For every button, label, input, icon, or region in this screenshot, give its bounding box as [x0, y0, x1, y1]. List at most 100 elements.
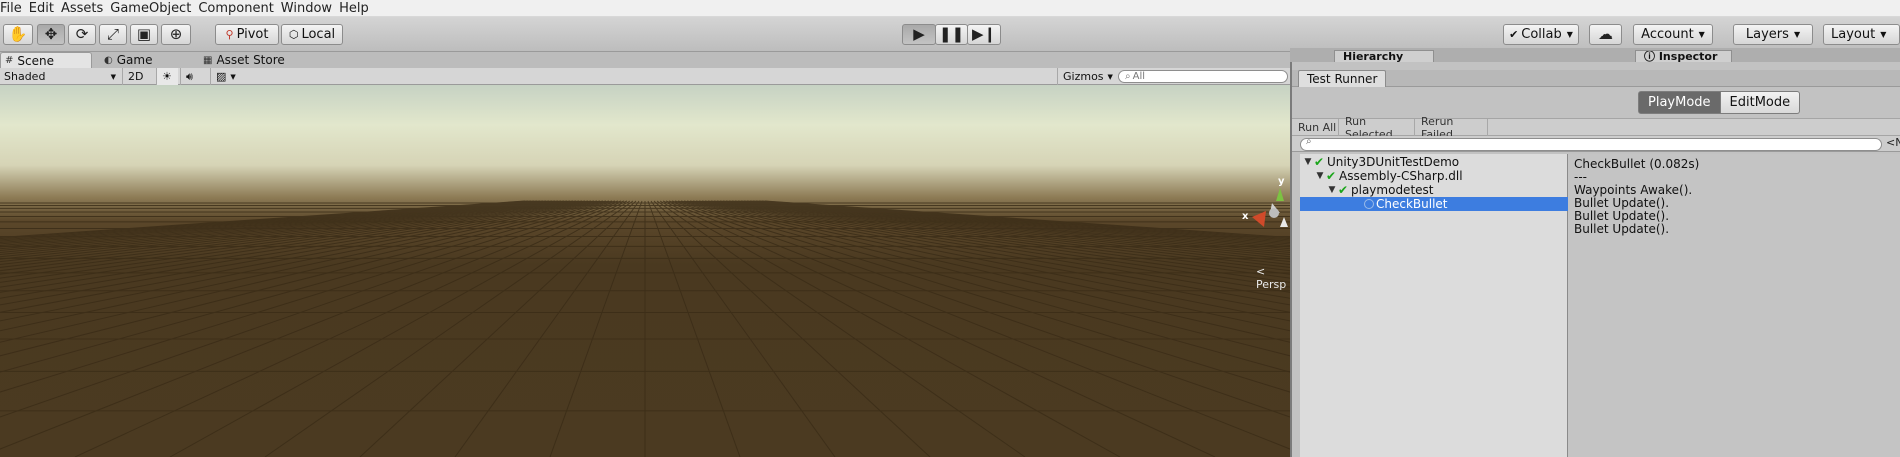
cloud-icon: ☁ [1598, 25, 1613, 43]
local-toggle[interactable]: ⬡ Local [281, 24, 343, 45]
main-toolbar: ✋ ✥ ⟳ ⤢ ▣ ⊕ ⚲ Pivot ⬡ Local ▶ ❚❚ ▶❙ ✔ Co… [0, 17, 1900, 52]
hand-icon: ✋ [8, 25, 28, 43]
rotate-icon: ⟳ [75, 25, 89, 43]
rect-tool-button[interactable]: ▣ [130, 24, 158, 45]
log-line: CheckBullet (0.082s) [1574, 157, 1700, 171]
test-search-input[interactable]: ⌕ [1300, 136, 1882, 151]
rerun-failed-button[interactable]: Rerun Failed [1415, 115, 1488, 141]
log-line: Bullet Update(). [1574, 222, 1670, 236]
gizmo-x-label: x [1242, 211, 1249, 222]
tree-item-assembly-csharp[interactable]: ▼ ✔ Assembly-CSharp.dll [1300, 169, 1568, 183]
effects-dropdown[interactable]: ▨ ▼ [210, 68, 242, 85]
step-button[interactable]: ▶❙ [967, 24, 1001, 45]
editmode-button[interactable]: EditMode [1720, 91, 1801, 114]
hash-icon: # [5, 55, 14, 66]
scene-tab-bar: # Scene ◐ Game ▦ Asset Store [0, 52, 1290, 68]
playmode-label: PlayMode [1648, 95, 1711, 110]
menu-component[interactable]: Component [198, 1, 280, 16]
run-actions-bar: Run All Run Selected Rerun Failed [1292, 115, 1900, 141]
collab-dropdown[interactable]: ✔ Collab ▼ [1503, 24, 1579, 45]
pacman-icon: ◐ [104, 54, 113, 66]
grid-line [650, 200, 836, 457]
pivot-label: Pivot [236, 27, 269, 42]
grid-line [653, 200, 931, 457]
menu-assets[interactable]: Assets [61, 1, 110, 16]
info-icon: ⓘ [1644, 50, 1659, 62]
layout-label: Layout [1831, 27, 1876, 42]
grid-line [755, 200, 1290, 242]
tree-item-label: playmodetest [1351, 183, 1434, 197]
scene-search-input[interactable]: ⌕ All [1118, 70, 1288, 83]
shading-mode-label: Shaded [4, 70, 46, 83]
expand-triangle-icon[interactable]: ▼ [1314, 171, 1326, 181]
tab-scene[interactable]: # Scene [0, 52, 92, 68]
scale-tool-button[interactable]: ⤢ [99, 24, 127, 45]
menu-gameobject[interactable]: GameObject [110, 1, 198, 16]
transform-tool-button[interactable]: ⊕ [161, 24, 191, 45]
scene-orientation-gizmo[interactable]: y x [1240, 176, 1290, 235]
tab-game[interactable]: ◐ Game [100, 52, 192, 68]
playmode-button[interactable]: PlayMode [1638, 91, 1721, 114]
tab-test-runner[interactable]: Test Runner [1298, 70, 1387, 87]
layout-dropdown[interactable]: Layout ▼ [1823, 24, 1900, 45]
move-arrows-icon: ✥ [44, 25, 58, 43]
test-search-bar: ⌕ <N [1292, 136, 1900, 152]
test-runner-window: Test Runner PlayMode EditMode Run All Ru… [1290, 62, 1900, 457]
menu-window[interactable]: Window [281, 1, 339, 16]
cloud-button[interactable]: ☁ [1589, 24, 1622, 45]
local-label: Local [301, 27, 336, 42]
tab-hierarchy[interactable]: Hierarchy [1334, 50, 1434, 62]
tree-item-playmodetest[interactable]: ▼ ✔ playmodetest [1300, 183, 1568, 197]
sun-icon: ☀ [162, 70, 172, 83]
play-button[interactable]: ▶ [902, 24, 936, 45]
test-runner-title: Test Runner [1307, 72, 1378, 86]
move-tool-button[interactable]: ✥ [37, 24, 65, 45]
scene-search-placeholder: All [1132, 71, 1146, 82]
background-tab-bar: Hierarchy ⓘ Inspector [1290, 48, 1900, 62]
chevron-down-icon: ▼ [1566, 30, 1573, 39]
grid-line [359, 200, 637, 457]
run-selected-button[interactable]: Run Selected [1339, 115, 1415, 141]
tree-item-unity3dunittestdemo[interactable]: ▼ ✔ Unity3DUnitTestDemo [1300, 155, 1568, 169]
scene-viewport[interactable]: y x < Persp [0, 85, 1290, 457]
run-all-label: Run All [1298, 121, 1337, 134]
menu-edit[interactable]: Edit [29, 1, 61, 16]
tab-asset-store[interactable]: ▦ Asset Store [199, 52, 299, 68]
shading-mode-dropdown[interactable]: Shaded ▼ [4, 68, 118, 85]
lighting-toggle[interactable]: ☀ [156, 68, 178, 85]
expand-triangle-icon[interactable]: ▼ [1326, 185, 1338, 195]
persp-label[interactable]: < Persp [1256, 265, 1290, 291]
menu-help[interactable]: Help [339, 1, 376, 16]
2d-toggle[interactable]: 2D [122, 68, 150, 85]
grid-line [454, 200, 640, 457]
tab-hierarchy-label: Hierarchy [1343, 50, 1404, 62]
audio-toggle[interactable]: 🔊︎ [180, 68, 205, 85]
collapse-toggle[interactable]: <N [1886, 136, 1900, 149]
layers-dropdown[interactable]: Layers ▼ [1733, 24, 1813, 45]
tree-item-label: Unity3DUnitTestDemo [1327, 155, 1460, 169]
tab-inspector-label: Inspector [1658, 50, 1718, 62]
hand-tool-button[interactable]: ✋ [3, 24, 33, 45]
tab-scene-label: Scene [17, 53, 54, 68]
rotate-tool-button[interactable]: ⟳ [68, 24, 96, 45]
account-dropdown[interactable]: Account ▼ [1633, 24, 1713, 45]
editmode-label: EditMode [1729, 95, 1791, 110]
gizmos-label: Gizmos [1063, 70, 1104, 83]
transform-icon: ⊕ [169, 25, 183, 43]
pause-button[interactable]: ❚❚ [935, 24, 968, 45]
ground-grid [0, 200, 1290, 457]
chevron-down-icon: ▼ [1793, 30, 1801, 39]
tab-inspector[interactable]: ⓘ Inspector [1635, 50, 1732, 62]
gizmos-dropdown[interactable]: Gizmos ▼ [1057, 68, 1113, 85]
test-output-log: CheckBullet (0.082s) --- Waypoints Awake… [1568, 154, 1900, 457]
run-all-button[interactable]: Run All [1292, 119, 1339, 136]
pause-icon: ❚❚ [938, 25, 965, 43]
rect-icon: ▣ [136, 25, 152, 43]
tree-item-checkbullet[interactable]: CheckBullet [1300, 197, 1568, 211]
menu-file[interactable]: File [0, 1, 29, 16]
collab-label: Collab [1521, 27, 1562, 42]
pivot-toggle[interactable]: ⚲ Pivot [215, 24, 279, 45]
gizmo-y-label: y [1278, 176, 1285, 187]
expand-triangle-icon[interactable]: ▼ [1302, 157, 1314, 167]
store-icon: ▦ [203, 54, 213, 66]
